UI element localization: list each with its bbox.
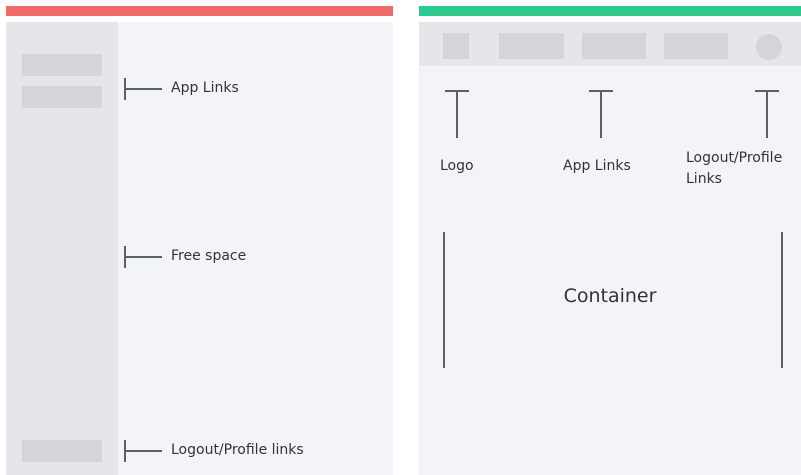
nav-app-link-placeholder (582, 33, 646, 59)
top-nav-header (419, 22, 801, 66)
nav-app-link-placeholder (499, 33, 564, 59)
callout-connector (124, 88, 162, 90)
left-accent-bar (6, 6, 393, 16)
logo-placeholder (443, 33, 469, 59)
nav-logout-profile-label: Logout/Profile Links (686, 148, 801, 190)
logout-profile-links-label: Logout/Profile links (171, 442, 304, 458)
sidebar (6, 22, 118, 475)
container-label: Container (563, 285, 657, 307)
topnav-layout-canvas: Logo App Links Logout/Profile Links Cont… (419, 22, 801, 475)
topnav-layout-diagram: Logo App Links Logout/Profile Links Cont… (419, 6, 801, 475)
logout-profile-pointer (755, 90, 779, 140)
pointer-stem (456, 90, 458, 138)
nav-app-link-placeholder (664, 33, 728, 59)
sidebar-logout-placeholder (22, 440, 102, 462)
right-accent-bar (419, 6, 801, 16)
logout-profile-label-line-1: Logout/Profile (686, 150, 783, 166)
logout-profile-label-line-2: Links (686, 171, 722, 187)
nav-app-links-label: App Links (563, 158, 631, 174)
callout-connector (124, 256, 162, 258)
logo-pointer (445, 90, 469, 140)
app-links-label: App Links (171, 80, 239, 96)
logo-label: Logo (440, 158, 474, 174)
sidebar-layout-canvas: App Links Free space Logout/Profile link… (6, 22, 393, 475)
app-links-pointer (589, 90, 613, 140)
pointer-stem (600, 90, 602, 138)
sidebar-app-link-placeholder (22, 54, 102, 76)
sidebar-app-link-placeholder (22, 86, 102, 108)
callout-connector (124, 450, 162, 452)
sidebar-layout-diagram: App Links Free space Logout/Profile link… (6, 6, 393, 475)
pointer-stem (766, 90, 768, 138)
profile-avatar-placeholder (756, 34, 782, 60)
free-space-label: Free space (171, 248, 247, 264)
